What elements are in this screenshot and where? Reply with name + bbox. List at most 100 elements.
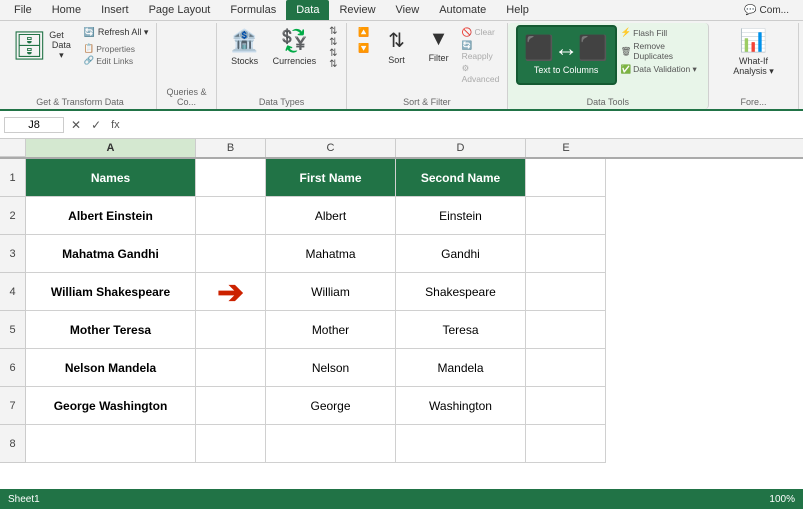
row-header-8[interactable]: 8 (0, 425, 26, 463)
row-header-7[interactable]: 7 (0, 387, 26, 425)
tab-insert[interactable]: Insert (91, 0, 139, 20)
cell-c6[interactable]: Nelson (266, 349, 396, 387)
cell-b3[interactable] (196, 235, 266, 273)
row-header-3[interactable]: 3 (0, 235, 26, 273)
tab-page-layout[interactable]: Page Layout (139, 0, 221, 20)
cell-d4[interactable]: Shakespeare (396, 273, 526, 311)
group-label-data-tools: Data Tools (508, 97, 708, 107)
tab-automate[interactable]: Automate (429, 0, 496, 20)
tab-view[interactable]: View (386, 0, 430, 20)
formula-controls: ✕ ✓ fx (68, 118, 123, 132)
cell-c5[interactable]: Mother (266, 311, 396, 349)
get-data-button[interactable]: 🗄 Get Data ▾ (8, 25, 78, 66)
cell-e3[interactable] (526, 235, 606, 273)
cell-e6[interactable] (526, 349, 606, 387)
cell-d6[interactable]: Mandela (396, 349, 526, 387)
sort-button[interactable]: ⇅ Sort (378, 25, 416, 68)
cell-e8[interactable] (526, 425, 606, 463)
cell-a5[interactable]: Mother Teresa (26, 311, 196, 349)
cell-e7[interactable] (526, 387, 606, 425)
cell-e2[interactable] (526, 197, 606, 235)
col-header-e[interactable]: E (526, 139, 606, 157)
cell-reference-input[interactable] (4, 117, 64, 133)
edit-links-icon: 🔗 (84, 55, 95, 66)
cell-d3[interactable]: Gandhi (396, 235, 526, 273)
cell-d2[interactable]: Einstein (396, 197, 526, 235)
cell-c4[interactable]: William (266, 273, 396, 311)
cell-a3[interactable]: Mahatma Gandhi (26, 235, 196, 273)
cell-b8[interactable] (196, 425, 266, 463)
cell-c8[interactable] (266, 425, 396, 463)
cell-a2[interactable]: Albert Einstein (26, 197, 196, 235)
cell-b4[interactable]: ➔ (196, 273, 266, 311)
currencies-button[interactable]: 💱 Currencies (268, 25, 322, 69)
cell-d5[interactable]: Teresa (396, 311, 526, 349)
tab-data[interactable]: Data (286, 0, 329, 20)
text-to-columns-button[interactable]: ⬛↔⬛ Text to Columns (516, 25, 617, 85)
data-validation-button[interactable]: ✅Data Validation ▾ (621, 64, 700, 75)
refresh-all-button[interactable]: 🔄 Refresh All ▾ (80, 25, 153, 40)
get-data-label: Get (49, 30, 64, 40)
cell-a6[interactable]: Nelson Mandela (26, 349, 196, 387)
cell-d8[interactable] (396, 425, 526, 463)
status-bar: Sheet1 100% (0, 489, 803, 509)
table-row: Albert Einstein Albert Einstein (26, 197, 606, 235)
row-header-2[interactable]: 2 (0, 197, 26, 235)
col-header-b[interactable]: B (196, 139, 266, 157)
cell-d7[interactable]: Washington (396, 387, 526, 425)
cell-c1[interactable]: First Name (266, 159, 396, 197)
cell-b2[interactable] (196, 197, 266, 235)
formula-bar: ✕ ✓ fx (0, 111, 803, 139)
tab-file[interactable]: File (4, 0, 42, 20)
cell-b5[interactable] (196, 311, 266, 349)
cell-b6[interactable] (196, 349, 266, 387)
stocks-button[interactable]: 🏦 Stocks (226, 25, 264, 69)
formula-input[interactable] (129, 117, 799, 133)
col-header-c[interactable]: C (266, 139, 396, 157)
remove-duplicates-button[interactable]: 🗑Remove Duplicates (621, 41, 700, 61)
col-header-a[interactable]: A (26, 139, 196, 157)
row-header-4[interactable]: 4 (0, 273, 26, 311)
col-header-d[interactable]: D (396, 139, 526, 157)
cell-a8[interactable] (26, 425, 196, 463)
reapply-button[interactable]: 🔄 Reapply (462, 40, 500, 61)
properties-icon: 📋 (84, 43, 95, 54)
advanced-button[interactable]: ⚙ Advanced (462, 63, 500, 84)
az-sort-button[interactable]: 🔼 (354, 25, 373, 40)
row-header-1[interactable]: 1 (0, 159, 26, 197)
group-data-tools: ⬛↔⬛ Text to Columns ⚡Flash Fill 🗑Remove … (508, 23, 709, 109)
cell-e5[interactable] (526, 311, 606, 349)
cell-c2[interactable]: Albert (266, 197, 396, 235)
cell-a4[interactable]: William Shakespeare (26, 273, 196, 311)
group-forecast: 📊 What-IfAnalysis ▾ Fore... (709, 23, 799, 109)
insert-function-button[interactable]: fx (108, 118, 123, 132)
text-to-columns-label: Text to Columns (534, 65, 599, 76)
cancel-formula-button[interactable]: ✕ (68, 118, 84, 132)
what-if-analysis-button[interactable]: 📊 What-IfAnalysis ▾ (728, 25, 779, 80)
cell-a7[interactable]: George Washington (26, 387, 196, 425)
confirm-formula-button[interactable]: ✓ (88, 118, 104, 132)
tab-home[interactable]: Home (42, 0, 91, 20)
cell-b7[interactable] (196, 387, 266, 425)
tab-comment[interactable]: 💬 Com... (734, 0, 799, 20)
tab-review[interactable]: Review (329, 0, 385, 20)
cell-b1[interactable] (196, 159, 266, 197)
flash-fill-button[interactable]: ⚡Flash Fill (621, 27, 700, 38)
cell-c3[interactable]: Mahatma (266, 235, 396, 273)
row-header-6[interactable]: 6 (0, 349, 26, 387)
za-sort-button[interactable]: 🔽 (354, 41, 373, 56)
get-data-label2: Data ▾ (49, 40, 73, 61)
filter-button[interactable]: ▼ Filter (420, 25, 458, 66)
cell-e4[interactable] (526, 273, 606, 311)
clear-button[interactable]: 🚫 Clear (462, 27, 500, 38)
cell-c7[interactable]: George (266, 387, 396, 425)
tab-help[interactable]: Help (496, 0, 539, 20)
cell-e1[interactable] (526, 159, 606, 197)
cell-a1[interactable]: Names (26, 159, 196, 197)
row-header-5[interactable]: 5 (0, 311, 26, 349)
ribbon-tabs: File Home Insert Page Layout Formulas Da… (0, 0, 803, 21)
cell-d1[interactable]: Second Name (396, 159, 526, 197)
tab-formulas[interactable]: Formulas (220, 0, 286, 20)
database-icon: 🗄 (12, 29, 48, 62)
status-zoom: 100% (769, 494, 795, 505)
